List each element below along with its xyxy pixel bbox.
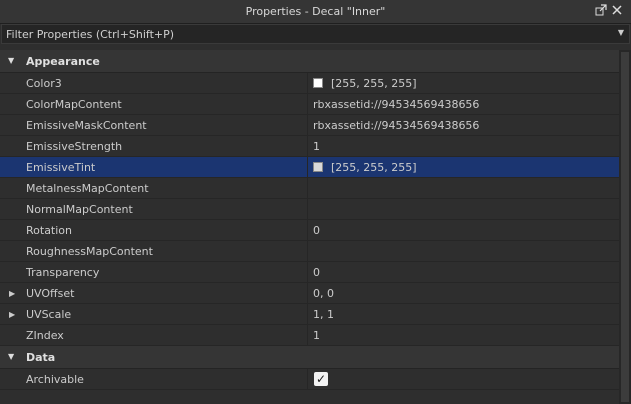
column-divider[interactable] [307, 157, 308, 178]
color-swatch[interactable] [313, 162, 323, 172]
property-value[interactable]: 1 [313, 136, 320, 157]
property-name: UVScale [26, 308, 72, 321]
column-divider[interactable] [307, 73, 308, 94]
property-value[interactable]: 1, 1 [313, 304, 334, 325]
column-divider[interactable] [307, 115, 308, 136]
property-name: Transparency [26, 266, 100, 279]
filter-properties-box[interactable]: ▼ [1, 24, 630, 44]
column-divider[interactable] [307, 220, 308, 241]
property-row[interactable]: EmissiveMaskContent rbxassetid://94534569… [0, 115, 619, 136]
property-row[interactable]: ▶ UVOffset 0, 0 [0, 283, 619, 304]
property-row[interactable]: Transparency 0 [0, 262, 619, 283]
title-bar: Properties - Decal "Inner" [0, 0, 631, 24]
property-name: Color3 [26, 77, 62, 90]
property-value[interactable]: [255, 255, 255] [331, 157, 417, 178]
property-value[interactable]: 1 [313, 325, 320, 346]
collapse-arrow-icon[interactable]: ▼ [8, 352, 14, 361]
archivable-checkbox[interactable]: ✓ [314, 372, 328, 386]
expand-arrow-icon[interactable]: ▶ [9, 310, 15, 319]
category-label: Data [26, 351, 56, 364]
filter-properties-input[interactable] [6, 25, 606, 43]
property-row[interactable]: EmissiveStrength 1 [0, 136, 619, 157]
color-swatch[interactable] [313, 78, 323, 88]
column-divider[interactable] [307, 369, 308, 390]
column-divider[interactable] [307, 241, 308, 262]
property-name: EmissiveTint [26, 161, 96, 174]
column-divider[interactable] [307, 325, 308, 346]
property-name: EmissiveStrength [26, 140, 123, 153]
property-row[interactable]: ColorMapContent rbxassetid://945345694386… [0, 94, 619, 115]
property-row[interactable]: RoughnessMapContent [0, 241, 619, 262]
property-row[interactable]: Color3 [255, 255, 255] [0, 73, 619, 94]
column-divider[interactable] [307, 262, 308, 283]
property-row[interactable]: Rotation 0 [0, 220, 619, 241]
property-value[interactable]: 0, 0 [313, 283, 334, 304]
property-value[interactable]: [255, 255, 255] [331, 73, 417, 94]
property-value[interactable]: rbxassetid://94534569438656 [313, 115, 479, 136]
undock-icon[interactable] [593, 4, 609, 20]
column-divider[interactable] [307, 94, 308, 115]
property-name: MetalnessMapContent [26, 182, 149, 195]
property-name: Archivable [26, 373, 84, 386]
property-name: EmissiveMaskContent [26, 119, 147, 132]
column-divider[interactable] [307, 178, 308, 199]
expand-arrow-icon[interactable]: ▶ [9, 289, 15, 298]
property-name: UVOffset [26, 287, 75, 300]
data-rows: Archivable ✓ [0, 369, 619, 390]
property-name: ColorMapContent [26, 98, 122, 111]
property-row[interactable]: MetalnessMapContent [0, 178, 619, 199]
category-appearance[interactable]: ▼ Appearance [0, 50, 619, 73]
property-name: RoughnessMapContent [26, 245, 153, 258]
property-row[interactable]: NormalMapContent [0, 199, 619, 220]
scrollbar-thumb[interactable] [621, 52, 629, 402]
property-name: ZIndex [26, 329, 64, 342]
column-divider[interactable] [307, 304, 308, 325]
category-label: Appearance [26, 55, 100, 68]
column-divider[interactable] [307, 136, 308, 157]
collapse-arrow-icon[interactable]: ▼ [8, 56, 14, 65]
window-title: Properties - Decal "Inner" [245, 5, 386, 18]
property-name: NormalMapContent [26, 203, 133, 216]
column-divider[interactable] [307, 283, 308, 304]
filter-dropdown-icon[interactable]: ▼ [618, 28, 624, 37]
property-row[interactable]: EmissiveTint [255, 255, 255] [0, 157, 619, 178]
property-value[interactable]: 0 [313, 220, 320, 241]
category-data[interactable]: ▼ Data [0, 346, 619, 369]
properties-panel: ▼ Appearance Color3 [255, 255, 255] ColorM… [0, 50, 619, 404]
appearance-rows: Color3 [255, 255, 255] ColorMapContent rbxa… [0, 73, 619, 346]
close-icon[interactable] [609, 4, 625, 20]
column-divider[interactable] [307, 199, 308, 220]
property-value[interactable]: rbxassetid://94534569438656 [313, 94, 479, 115]
property-row[interactable]: Archivable ✓ [0, 369, 619, 390]
property-name: Rotation [26, 224, 73, 237]
property-row[interactable]: ZIndex 1 [0, 325, 619, 346]
vertical-scrollbar[interactable] [619, 50, 631, 404]
property-value[interactable]: 0 [313, 262, 320, 283]
property-row[interactable]: ▶ UVScale 1, 1 [0, 304, 619, 325]
